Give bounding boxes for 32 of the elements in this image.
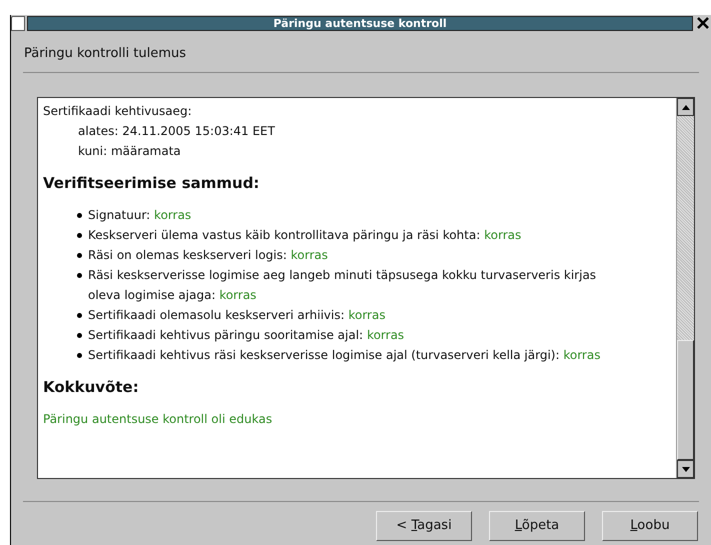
close-icon[interactable] — [697, 17, 709, 29]
scroll-down-button[interactable] — [677, 460, 694, 478]
dialog-button[interactable]: Loobu — [602, 511, 698, 541]
step-text: Sertifikaadi olemasolu keskserveri arhiivis: korras — [88, 307, 386, 324]
step-text: Keskserveri ülema vastus käib kontrollitava päringu ja räsi kohta: korras — [88, 227, 522, 244]
bullet-icon — [77, 353, 82, 358]
window-menu-icon[interactable] — [11, 16, 25, 30]
scroll-up-button[interactable] — [677, 98, 694, 116]
step-text: Sertifikaadi kehtivus räsi keskserverisse logimise ajal (turvaserveri kella järgi): korras — [88, 347, 600, 364]
scroll-thumb[interactable] — [677, 340, 694, 460]
bullet-icon — [77, 213, 82, 218]
page-heading: Päringu kontrolli tulemus — [24, 46, 186, 61]
certificate-label: Sertifikaadi kehtivusaeg: — [43, 103, 193, 120]
bullet-icon — [77, 273, 82, 278]
certificate-validity-line: alates: 24.11.2005 15:03:41 EET — [77, 123, 275, 140]
bullet-icon — [77, 313, 82, 318]
dialog-button[interactable]: Lõpeta — [489, 511, 585, 541]
dialog-button[interactable]: < Tagasi — [376, 511, 472, 541]
window-title: Päringu autentsuse kontroll — [273, 18, 447, 28]
bullet-icon — [77, 253, 82, 258]
scrollbar[interactable] — [676, 98, 694, 478]
section-heading: Kokkuvõte: — [43, 377, 139, 397]
step-text: Signatuur: korras — [88, 207, 192, 224]
section-heading: Verifitseerimise sammud: — [43, 173, 260, 193]
step-text: Sertifikaadi kehtivus päringu sooritamise ajal: korras — [88, 327, 404, 344]
bullet-icon — [77, 333, 82, 338]
summary-text: Päringu autentsuse kontroll oli edukas — [43, 411, 272, 428]
up-arrow-icon — [682, 104, 690, 110]
step-text: Räsi on olemas keskserveri logis: korras — [88, 247, 328, 264]
bullet-icon — [77, 233, 82, 238]
certificate-validity-line: kuni: määramata — [77, 143, 181, 160]
down-arrow-icon — [682, 466, 690, 472]
